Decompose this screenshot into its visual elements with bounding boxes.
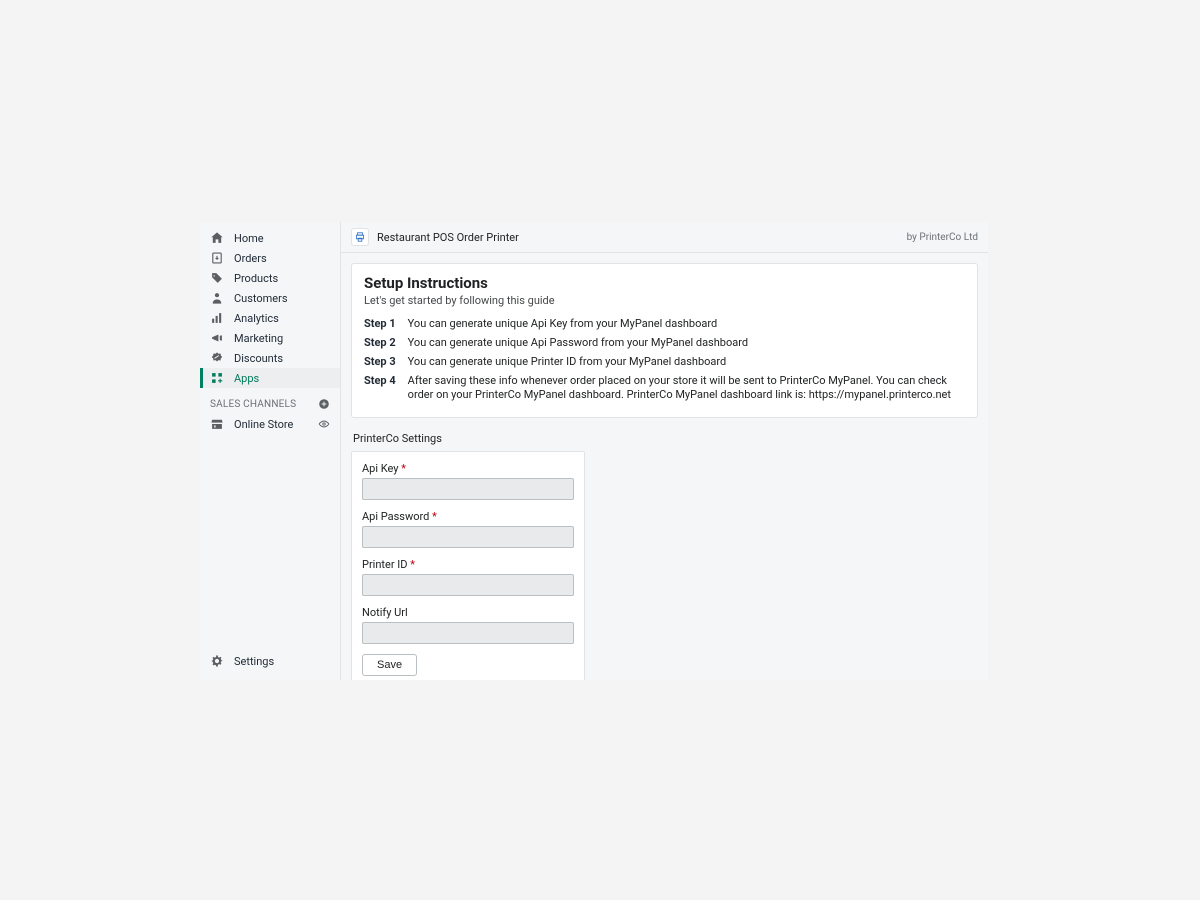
channel-online-store[interactable]: Online Store: [200, 414, 340, 434]
sidebar-item-orders[interactable]: Orders: [200, 248, 340, 268]
sidebar-item-label: Products: [234, 272, 278, 285]
app-vendor: by PrinterCo Ltd: [907, 232, 978, 243]
sidebar-item-settings[interactable]: Settings: [200, 648, 340, 680]
sidebar-item-apps[interactable]: Apps: [200, 368, 340, 388]
instructions-steps: Step 1 You can generate unique Api Key f…: [364, 315, 965, 405]
sidebar-item-label: Marketing: [234, 332, 283, 345]
printer-id-input[interactable]: [362, 574, 574, 596]
sidebar-item-analytics[interactable]: Analytics: [200, 308, 340, 328]
gear-icon: [210, 654, 224, 668]
printer-app-icon: [351, 228, 369, 246]
step-row: Step 2 You can generate unique Api Passw…: [364, 334, 965, 353]
step-row: Step 3 You can generate unique Printer I…: [364, 353, 965, 372]
required-asterisk: *: [432, 510, 437, 523]
printer-id-label: Printer ID *: [362, 558, 574, 571]
api-password-input[interactable]: [362, 526, 574, 548]
save-button[interactable]: Save: [362, 654, 417, 676]
app-content: Setup Instructions Let's get started by …: [341, 253, 988, 680]
api-key-label: Api Key *: [362, 462, 574, 475]
app-frame: Home Orders Products Customers Analytics: [200, 222, 988, 680]
orders-icon: [210, 251, 224, 265]
step-text: You can generate unique Api Password fro…: [408, 334, 965, 353]
home-icon: [210, 231, 224, 245]
field-api-key: Api Key *: [362, 462, 574, 500]
discount-icon: [210, 351, 224, 365]
instructions-title: Setup Instructions: [364, 274, 965, 292]
sidebar-item-products[interactable]: Products: [200, 268, 340, 288]
field-api-password: Api Password *: [362, 510, 574, 548]
sidebar-item-label: Orders: [234, 252, 267, 265]
main-panel: Restaurant POS Order Printer by PrinterC…: [340, 222, 988, 680]
app-title: Restaurant POS Order Printer: [377, 231, 519, 244]
api-password-label: Api Password *: [362, 510, 574, 523]
plus-circle-icon[interactable]: [318, 398, 330, 410]
person-icon: [210, 291, 224, 305]
setup-instructions-card: Setup Instructions Let's get started by …: [351, 263, 978, 418]
sidebar-item-label: Analytics: [234, 312, 279, 325]
step-text: You can generate unique Printer ID from …: [408, 353, 965, 372]
settings-label: Settings: [234, 655, 274, 668]
field-printer-id: Printer ID *: [362, 558, 574, 596]
megaphone-icon: [210, 331, 224, 345]
sidebar-item-label: Apps: [234, 372, 259, 385]
apps-icon: [210, 371, 224, 385]
bar-chart-icon: [210, 311, 224, 325]
notify-url-input[interactable]: [362, 622, 574, 644]
step-row: Step 4 After saving these info whenever …: [364, 372, 965, 406]
required-asterisk: *: [410, 558, 415, 571]
tag-icon: [210, 271, 224, 285]
step-text: After saving these info whenever order p…: [408, 372, 965, 406]
step-label: Step 4: [364, 372, 408, 406]
step-label: Step 3: [364, 353, 408, 372]
notify-url-label: Notify Url: [362, 606, 574, 619]
step-label: Step 1: [364, 315, 408, 334]
sidebar-item-discounts[interactable]: Discounts: [200, 348, 340, 368]
eye-icon[interactable]: [318, 418, 330, 430]
settings-section-title: PrinterCo Settings: [353, 432, 978, 445]
sidebar-item-home[interactable]: Home: [200, 228, 340, 248]
step-text: You can generate unique Api Key from you…: [408, 315, 965, 334]
sales-channels-header: SALES CHANNELS: [200, 388, 340, 414]
printerco-settings-form: Api Key * Api Password * Printer ID * No…: [351, 451, 585, 680]
instructions-subtitle: Let's get started by following this guid…: [364, 294, 965, 307]
step-row: Step 1 You can generate unique Api Key f…: [364, 315, 965, 334]
sales-channels-label: SALES CHANNELS: [210, 399, 296, 410]
sidebar-item-label: Customers: [234, 292, 288, 305]
step-label: Step 2: [364, 334, 408, 353]
sidebar-item-marketing[interactable]: Marketing: [200, 328, 340, 348]
required-asterisk: *: [401, 462, 406, 475]
store-icon: [210, 417, 224, 431]
sidebar-item-label: Home: [234, 232, 264, 245]
api-key-input[interactable]: [362, 478, 574, 500]
field-notify-url: Notify Url: [362, 606, 574, 644]
sidebar-item-customers[interactable]: Customers: [200, 288, 340, 308]
sidebar: Home Orders Products Customers Analytics: [200, 222, 340, 680]
channel-label: Online Store: [234, 418, 293, 431]
sidebar-item-label: Discounts: [234, 352, 283, 365]
app-topbar: Restaurant POS Order Printer by PrinterC…: [341, 222, 988, 253]
